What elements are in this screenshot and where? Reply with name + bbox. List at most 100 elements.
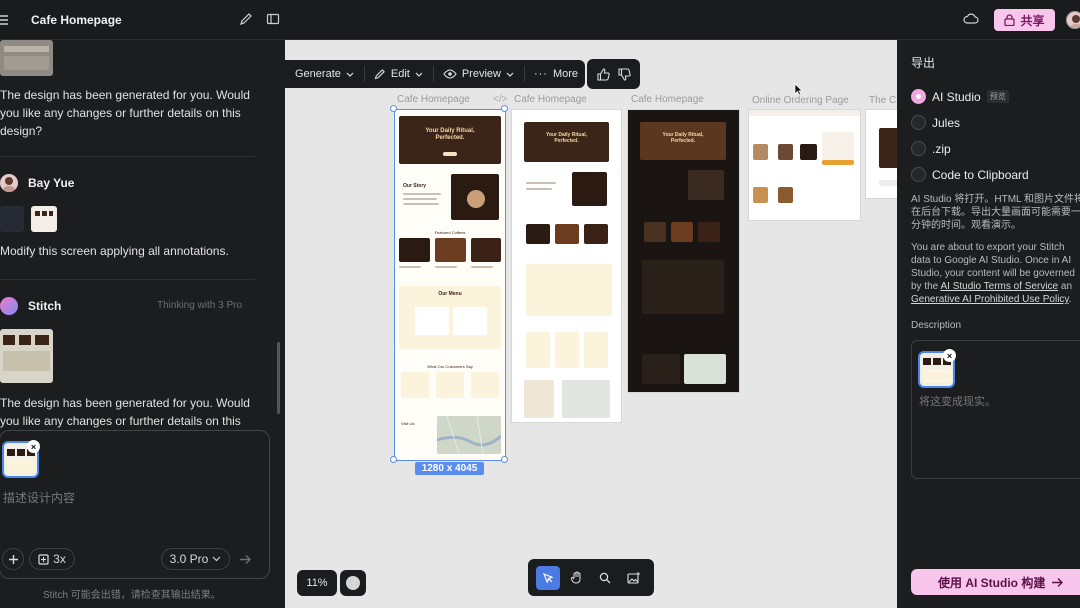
attachment-thumbnail[interactable] <box>31 206 57 232</box>
preview-label: Preview <box>461 68 501 80</box>
user-avatar <box>0 174 18 192</box>
info-line: Studio, your content will be governed <box>911 268 1075 279</box>
variants-count-button[interactable]: 3x <box>29 548 75 570</box>
option-label: Jules <box>932 115 961 130</box>
lock-icon <box>1004 14 1016 26</box>
variants-icon <box>38 553 49 565</box>
feedback-group <box>587 59 640 89</box>
info-text: an <box>1058 281 1073 292</box>
more-label: More <box>552 68 579 80</box>
user-avatar[interactable] <box>1066 11 1080 29</box>
zoom-level[interactable]: 11% <box>297 570 337 596</box>
thinking-status: Thinking with 3 Pro <box>157 300 243 311</box>
pencil-icon[interactable] <box>239 12 255 28</box>
info-text: by the <box>911 281 941 292</box>
search-icon <box>600 572 611 583</box>
circle-icon <box>346 576 360 590</box>
frame-label[interactable]: Online Ordering Page <box>752 95 849 106</box>
info-line: Generative AI Prohibited Use Policy. <box>911 293 1080 306</box>
plus-icon <box>8 554 18 564</box>
code-tag[interactable]: </> <box>493 94 507 105</box>
design-frame[interactable]: Your Daily Ritual, Perfected. <box>512 110 621 422</box>
radio[interactable] <box>911 167 926 182</box>
terms-link[interactable]: AI Studio Terms of Service <box>940 281 1058 292</box>
description-input[interactable]: 将这变成现实。 <box>919 393 996 409</box>
chat-scrollbar[interactable] <box>277 342 280 414</box>
more-button[interactable]: ··· More <box>523 60 588 88</box>
sidebar-toggle-icon[interactable] <box>266 12 282 28</box>
selection-outline <box>394 109 506 461</box>
model-select[interactable]: 3.0 Pro <box>161 548 230 570</box>
send-button[interactable] <box>234 548 256 570</box>
radio[interactable] <box>911 141 926 156</box>
export-option-zip[interactable]: .zip <box>911 141 951 156</box>
build-with-ai-studio-button[interactable]: 使用 AI Studio 构建 <box>911 569 1080 595</box>
share-button[interactable]: 共享 <box>994 9 1055 31</box>
chat-panel: The design has been generated for you. W… <box>0 40 285 608</box>
eye-icon <box>443 69 457 79</box>
thumbs-down-icon[interactable] <box>617 67 631 81</box>
export-option-ai-studio[interactable]: AI Studio 预览 <box>911 89 1009 104</box>
generate-label: Generate <box>295 68 341 80</box>
user-name: Bay Yue <box>28 176 75 190</box>
divider <box>0 156 255 157</box>
user-message: Modify this screen applying all annotati… <box>0 244 229 258</box>
frame-label[interactable]: Cafe Homepage <box>631 94 704 105</box>
export-option-jules[interactable]: Jules <box>911 115 960 130</box>
description-label: Description <box>911 320 962 331</box>
thumbs-up-icon[interactable] <box>596 67 610 81</box>
design-frame-dark[interactable]: Your Daily Ritual, Perfected. <box>628 110 739 392</box>
option-label: Code to Clipboard <box>932 167 1029 182</box>
radio-selected[interactable] <box>911 89 926 104</box>
chevron-down-icon <box>415 72 423 77</box>
frame-label[interactable]: The C <box>869 95 896 106</box>
frame-toolbar: Generate Edit Preview ··· More <box>285 60 585 88</box>
edit-button[interactable]: Edit <box>363 60 433 88</box>
resize-handle[interactable] <box>501 456 508 463</box>
info-line: 在后台下载。导出大量画面可能需要一 <box>911 207 1080 218</box>
attachment-thumbnail[interactable] <box>0 206 24 232</box>
hand-tool[interactable] <box>565 566 589 590</box>
info-line: data to Google AI Studio. Once in AI <box>911 255 1072 266</box>
image-tool[interactable] <box>622 566 646 590</box>
remove-attachment-icon[interactable]: × <box>943 349 956 362</box>
add-button[interactable] <box>2 548 24 570</box>
zoom-tool[interactable] <box>593 566 617 590</box>
prompt-input[interactable]: 描述设计内容 <box>3 489 75 506</box>
export-info-cn: AI Studio 将打开。HTML 和图片文件将 在后台下载。导出大量画面可能… <box>911 193 1080 232</box>
info-text: . <box>1068 294 1072 305</box>
description-field[interactable]: × 将这变成现实。 <box>911 340 1080 479</box>
export-title: 导出 <box>911 56 936 70</box>
chevron-down-icon <box>346 72 354 77</box>
resize-handle[interactable] <box>390 456 397 463</box>
hand-icon <box>571 571 581 584</box>
user-header: Bay Yue <box>0 174 74 192</box>
arrow-right-icon <box>239 554 251 564</box>
design-frame-partial[interactable] <box>866 110 897 198</box>
design-canvas[interactable]: Generate Edit Preview ··· More Cafe Home… <box>285 40 897 608</box>
policy-link[interactable]: Generative AI Prohibited Use Policy <box>911 294 1069 305</box>
export-option-clipboard[interactable]: Code to Clipboard <box>911 167 1029 182</box>
design-thumbnail[interactable] <box>0 329 53 383</box>
generate-button[interactable]: Generate <box>285 60 364 88</box>
share-label: 共享 <box>1020 13 1045 28</box>
resize-handle[interactable] <box>390 105 397 112</box>
design-frame-ordering[interactable] <box>749 110 860 220</box>
preview-button[interactable]: Preview <box>432 60 524 88</box>
stitch-avatar <box>0 297 18 315</box>
compose-box[interactable]: × 描述设计内容 3x 3.0 Pro <box>0 430 270 579</box>
cloud-icon[interactable] <box>963 12 979 28</box>
menu-icon[interactable] <box>0 12 14 28</box>
theme-toggle[interactable] <box>340 570 366 596</box>
remove-attachment-icon[interactable]: × <box>27 440 40 453</box>
select-tool[interactable] <box>536 565 561 590</box>
frame-label[interactable]: Cafe Homepage <box>397 94 470 105</box>
hero-heading: Your Daily Ritual, Perfected. <box>662 132 704 144</box>
design-thumbnail[interactable] <box>0 40 53 76</box>
info-line: by the AI Studio Terms of Service an <box>911 280 1080 293</box>
canvas-tools <box>528 559 654 596</box>
frame-label[interactable]: Cafe Homepage <box>514 94 587 105</box>
resize-handle[interactable] <box>501 105 508 112</box>
bot-header: Stitch <box>0 297 61 315</box>
radio[interactable] <box>911 115 926 130</box>
